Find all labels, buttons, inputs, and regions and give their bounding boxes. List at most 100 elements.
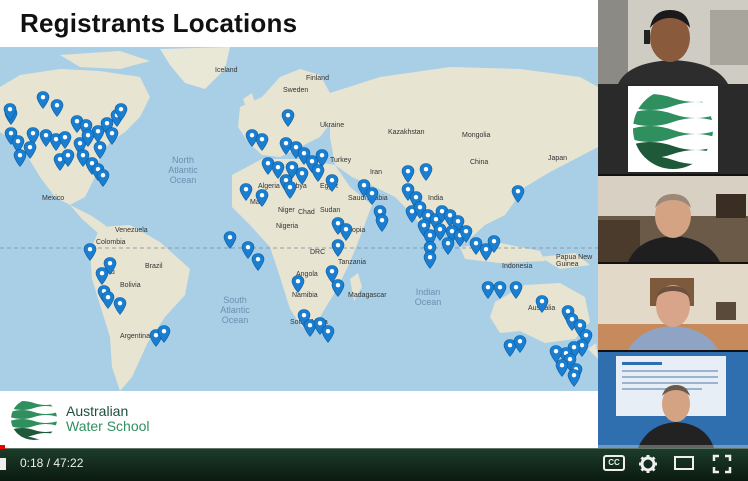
player-controls-bar: [0, 448, 748, 481]
location-pin: [95, 267, 109, 285]
slide-title: Registrants Locations: [20, 8, 298, 38]
location-pin: [61, 149, 75, 167]
location-pin: [331, 239, 345, 257]
country-label-bolivia: Bolivia: [120, 282, 141, 289]
location-pin: [239, 183, 253, 201]
participant-tile-1[interactable]: [598, 0, 748, 84]
presentation-slide: Registrants Locations North Atlantic Oce…: [0, 0, 598, 448]
country-label-mexico: Mexico: [42, 195, 65, 202]
country-label-argentina: Argentina: [120, 333, 150, 340]
participant-video-3: [598, 176, 748, 262]
country-label-ukraine: Ukraine: [320, 122, 345, 129]
location-pin: [321, 325, 335, 343]
location-pin: [58, 131, 72, 149]
progress-bar-played: [0, 445, 5, 449]
participant-video-5: [598, 352, 748, 448]
location-pin: [255, 189, 269, 207]
country-label-japan: Japan: [548, 155, 568, 162]
location-pin: [509, 281, 523, 299]
location-pin: [419, 163, 433, 181]
participant-tile-5[interactable]: [598, 352, 748, 448]
country-label-kazakhstan: Kazakhstan: [388, 129, 425, 136]
location-pin: [365, 187, 379, 205]
participant-tile-4[interactable]: [598, 264, 748, 350]
location-pin: [283, 181, 297, 199]
country-label-drc: DRC: [310, 249, 326, 256]
location-pin: [50, 99, 64, 117]
participant-panel: [598, 0, 748, 448]
ocean-label-north-atlantic: North Atlantic Ocean: [168, 155, 198, 185]
time-total: 47:22: [53, 456, 84, 470]
location-pin: [331, 279, 345, 297]
location-pin: [513, 335, 527, 353]
location-pin: [511, 185, 525, 203]
location-pin: [535, 295, 549, 313]
time-display: 0:18 / 47:22: [20, 456, 83, 470]
country-label-china: China: [470, 159, 489, 166]
location-pin: [255, 133, 269, 151]
location-pin: [325, 174, 339, 192]
location-pin: [441, 237, 455, 255]
location-pin: [83, 243, 97, 261]
country-label-finland: Finland: [306, 75, 329, 82]
australian-water-school-logo: [11, 398, 57, 440]
location-pin: [36, 91, 50, 109]
country-label-madagascar: Madagascar: [348, 292, 387, 299]
location-pin: [114, 103, 128, 121]
country-label-niger: Niger: [278, 207, 295, 214]
location-pin: [157, 325, 171, 343]
participant-video-4: [598, 264, 748, 350]
participant-tile-3[interactable]: [598, 176, 748, 262]
captions-button[interactable]: CC: [603, 455, 625, 471]
time-current: 0:18: [20, 456, 44, 470]
location-pin: [251, 253, 265, 271]
participant-tile-2[interactable]: [598, 84, 748, 174]
organization-name-line2: Water School: [66, 418, 150, 434]
country-label-mongolia: Mongolia: [462, 132, 491, 139]
country-label-brazil: Brazil: [145, 263, 163, 270]
location-pin: [23, 141, 37, 159]
location-pin: [3, 103, 17, 121]
theater-mode-icon[interactable]: [674, 456, 694, 470]
time-separator: /: [43, 456, 54, 470]
ocean-label-indian: Indian Ocean: [414, 287, 442, 307]
country-label-colombia: Colombia: [96, 239, 126, 246]
location-pin: [567, 369, 581, 387]
video-player[interactable]: Registrants Locations North Atlantic Oce…: [0, 0, 748, 481]
ocean-label-south-atlantic: South Atlantic Ocean: [220, 295, 250, 325]
location-pin: [487, 235, 501, 253]
world-map: North Atlantic Ocean South Atlantic Ocean In…: [0, 47, 598, 391]
progress-bar[interactable]: [0, 445, 748, 449]
country-label-chad: Chad: [298, 209, 315, 216]
slide-footer: Australian Water School: [0, 391, 598, 448]
location-pin: [423, 251, 437, 269]
country-label-papua-new-guinea: Papua New Guinea: [556, 254, 593, 268]
country-label-sudan: Sudan: [320, 207, 341, 214]
location-pin: [493, 281, 507, 299]
country-label-iceland: Iceland: [215, 67, 238, 74]
location-pin: [105, 127, 119, 145]
gear-icon[interactable]: [638, 454, 658, 474]
location-pin: [375, 214, 389, 232]
location-pin: [401, 165, 415, 183]
country-label-iran: Iran: [370, 169, 383, 176]
country-label-indonesia: Indonesia: [502, 263, 533, 270]
country-label-nigeria: Nigeria: [276, 223, 299, 230]
captions-label: CC: [608, 458, 620, 467]
country-label-venezuela: Venezuela: [115, 227, 148, 234]
location-pin: [311, 164, 325, 182]
country-label-sweden: Sweden: [283, 87, 309, 94]
location-pin: [113, 297, 127, 315]
country-label-namibia: Namibia: [292, 292, 318, 299]
country-label-tanzania: Tanzania: [338, 259, 367, 266]
location-pin: [281, 109, 295, 127]
country-label-turkey: Turkey: [330, 157, 352, 164]
organization-name-line1: Australian: [66, 403, 129, 419]
organization-name: Australian Water School: [66, 404, 150, 434]
country-label-india: India: [428, 195, 444, 202]
location-pin: [96, 169, 110, 187]
participant-video-1: [598, 0, 748, 84]
play-icon[interactable]: [0, 458, 6, 470]
fullscreen-icon[interactable]: [712, 454, 732, 474]
participant-logo-avatar: [598, 84, 748, 174]
